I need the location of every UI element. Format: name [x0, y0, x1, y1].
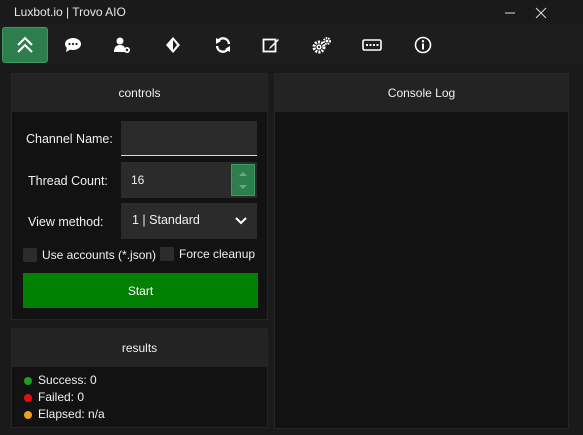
start-button[interactable]: Start — [23, 273, 258, 308]
diamond-icon — [166, 37, 180, 53]
toolbar-chat-button[interactable] — [50, 27, 96, 63]
close-button[interactable] — [526, 0, 556, 25]
thread-count-label: Thread Count: — [28, 174, 108, 188]
thread-count-spinbox[interactable]: 16 — [121, 162, 257, 198]
failed-count: Failed: 0 — [38, 390, 85, 404]
toolbar-keyboard-button[interactable] — [349, 27, 395, 63]
view-method-label: View method: — [28, 215, 104, 229]
chevron-down-icon — [235, 217, 247, 225]
use-accounts-label: Use accounts (*.json) — [42, 248, 157, 262]
chat-bubble-icon — [65, 38, 81, 52]
toolbar-home-button[interactable] — [2, 27, 48, 63]
toolbar-diamond-button[interactable] — [150, 27, 196, 63]
channel-name-input[interactable] — [121, 121, 257, 156]
console-log-panel: Console Log — [274, 73, 569, 429]
view-method-value: 1 | Standard — [132, 213, 200, 227]
elapsed-time: Elapsed: n/a — [38, 407, 105, 421]
double-chevron-up-icon — [17, 36, 33, 53]
elapsed-status-icon — [24, 411, 32, 419]
toolbar-info-button[interactable] — [400, 27, 446, 63]
edit-icon — [262, 38, 279, 53]
thread-count-value: 16 — [131, 173, 145, 187]
window-title: Luxbot.io | Trovo AIO — [14, 5, 126, 19]
thread-count-stepper[interactable] — [231, 164, 255, 196]
success-status-icon — [24, 377, 32, 385]
gears-icon — [312, 37, 331, 54]
failed-status-icon — [24, 394, 32, 402]
force-cleanup-label: Force cleanup — [179, 247, 256, 261]
info-icon — [414, 36, 432, 54]
toolbar-refresh-button[interactable] — [200, 27, 246, 63]
use-accounts-checkbox[interactable] — [23, 248, 37, 262]
results-header: results — [12, 329, 267, 367]
controls-header: controls — [12, 74, 267, 112]
console-log-header: Console Log — [275, 74, 568, 112]
close-icon — [535, 7, 547, 18]
minimize-icon — [505, 12, 515, 13]
console-log-output[interactable] — [276, 113, 567, 427]
keyboard-icon — [362, 39, 382, 51]
success-count: Success: 0 — [38, 373, 97, 387]
channel-name-label: Channel Name: — [26, 132, 113, 146]
toolbar-edit-button[interactable] — [248, 27, 294, 63]
force-cleanup-checkbox[interactable] — [160, 247, 174, 261]
toolbar — [0, 25, 583, 65]
view-method-select[interactable]: 1 | Standard — [121, 203, 257, 239]
toolbar-settings-button[interactable] — [299, 27, 345, 63]
title-bar: Luxbot.io | Trovo AIO — [0, 0, 583, 25]
refresh-icon — [215, 37, 231, 53]
user-gear-icon — [114, 37, 130, 53]
toolbar-user-button[interactable] — [99, 27, 145, 63]
stepper-arrows-icon — [239, 172, 247, 189]
minimize-button[interactable] — [495, 0, 525, 25]
